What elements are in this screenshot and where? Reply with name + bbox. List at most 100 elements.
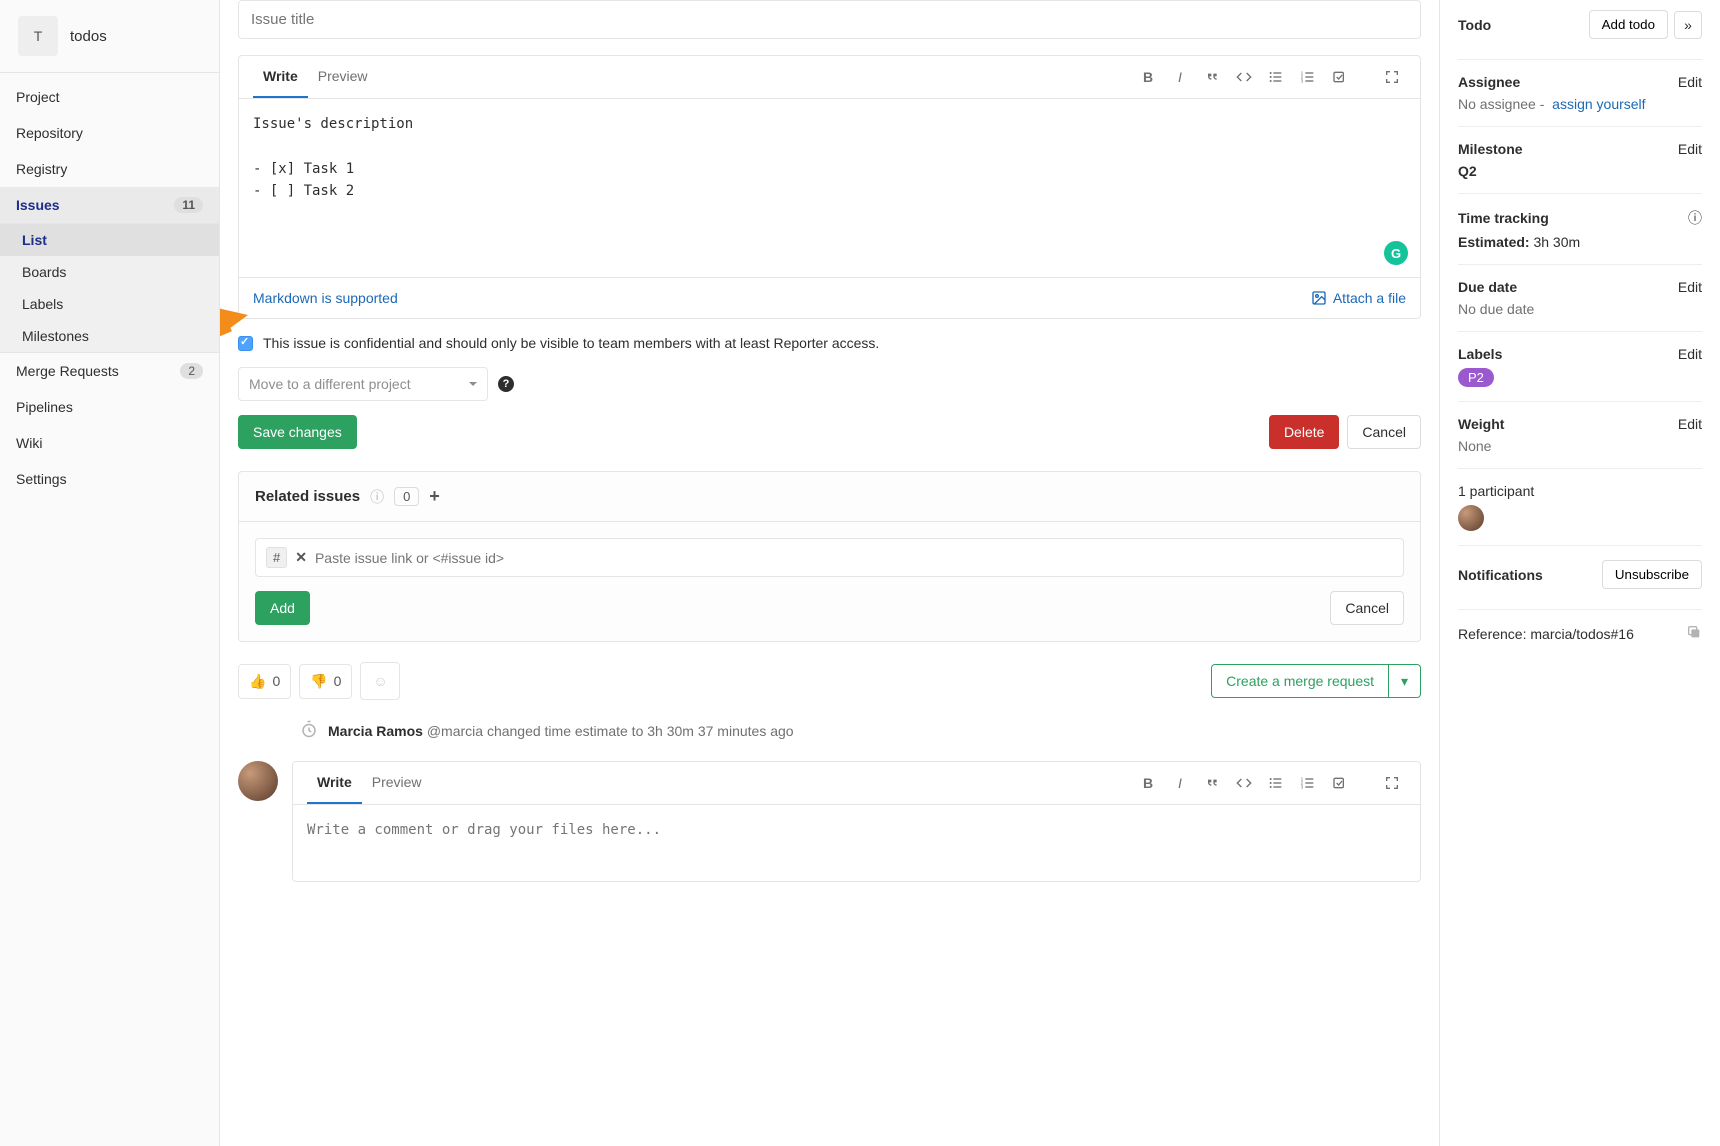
stopwatch-icon: [300, 720, 318, 741]
comment-textarea[interactable]: [307, 819, 1406, 864]
code-icon[interactable]: [1230, 769, 1258, 797]
labels-title: Labels: [1458, 346, 1502, 362]
add-reaction-button[interactable]: ☺: [360, 662, 400, 700]
edit-weight[interactable]: Edit: [1678, 416, 1702, 432]
code-icon[interactable]: [1230, 63, 1258, 91]
quote-icon[interactable]: [1198, 63, 1226, 91]
assignee-value: No assignee -: [1458, 96, 1544, 112]
sidebar-nav: Project Repository Registry Issues 11 Li…: [0, 73, 219, 503]
editor-toolbar: B I 123: [1134, 63, 1406, 91]
edit-due-date[interactable]: Edit: [1678, 279, 1702, 295]
participant-avatar[interactable]: [1458, 505, 1484, 531]
tab-write[interactable]: Write: [253, 56, 308, 98]
unsubscribe-button[interactable]: Unsubscribe: [1602, 560, 1702, 589]
project-header[interactable]: T todos: [0, 0, 219, 73]
cancel-related-button[interactable]: Cancel: [1330, 591, 1404, 625]
fullscreen-icon[interactable]: [1378, 63, 1406, 91]
add-related-button[interactable]: Add: [255, 591, 310, 625]
assign-yourself-link[interactable]: assign yourself: [1552, 96, 1645, 112]
due-date-value: No due date: [1458, 301, 1702, 317]
ol-icon[interactable]: 123: [1294, 769, 1322, 797]
sidebar-item-wiki[interactable]: Wiki: [0, 425, 219, 461]
activity-entry: Marcia Ramos @marcia changed time estima…: [300, 720, 1421, 741]
edit-assignee[interactable]: Edit: [1678, 74, 1702, 90]
ol-icon[interactable]: 123: [1294, 63, 1322, 91]
milestone-value: Q2: [1458, 163, 1477, 179]
sidebar-sub-list[interactable]: List: [0, 224, 219, 256]
reference-label: Reference:: [1458, 626, 1526, 642]
sidebar-item-repository[interactable]: Repository: [0, 115, 219, 151]
sidebar-item-settings[interactable]: Settings: [0, 461, 219, 497]
related-issues-panel: Related issues ⓘ 0 + # ✕ Add Cancel: [238, 471, 1421, 642]
reference-value: marcia/todos#16: [1530, 626, 1634, 642]
tab-preview[interactable]: Preview: [308, 56, 378, 98]
assignee-title: Assignee: [1458, 74, 1520, 90]
activity-author[interactable]: Marcia Ramos: [328, 723, 423, 739]
sidebar-sub-labels[interactable]: Labels: [0, 288, 219, 320]
grammarly-icon[interactable]: G: [1384, 241, 1408, 265]
weight-title: Weight: [1458, 416, 1504, 432]
tasklist-icon[interactable]: [1326, 63, 1354, 91]
thumbs-down-button[interactable]: 👎 0: [299, 664, 352, 699]
markdown-help-link[interactable]: Markdown is supported: [253, 290, 398, 306]
edit-milestone[interactable]: Edit: [1678, 141, 1702, 157]
confidential-checkbox[interactable]: [238, 336, 253, 351]
sidebar-sub-milestones[interactable]: Milestones: [0, 320, 219, 352]
bold-icon[interactable]: B: [1134, 769, 1162, 797]
project-name: todos: [70, 28, 107, 45]
sidebar-item-merge-requests[interactable]: Merge Requests 2: [0, 353, 219, 389]
user-avatar[interactable]: [238, 761, 278, 801]
milestone-title: Milestone: [1458, 141, 1523, 157]
add-related-icon[interactable]: +: [429, 486, 440, 507]
quote-icon[interactable]: [1198, 769, 1226, 797]
add-todo-button[interactable]: Add todo: [1589, 10, 1668, 39]
sidebar-item-registry[interactable]: Registry: [0, 151, 219, 187]
thumbs-down-count: 0: [334, 673, 342, 689]
help-icon[interactable]: ?: [498, 376, 514, 392]
ul-icon[interactable]: [1262, 63, 1290, 91]
ul-icon[interactable]: [1262, 769, 1290, 797]
merge-request-dropdown[interactable]: ▾: [1389, 664, 1421, 698]
weight-value: None: [1458, 438, 1702, 454]
cancel-button[interactable]: Cancel: [1347, 415, 1421, 449]
remove-tag-icon[interactable]: ✕: [295, 549, 307, 566]
collapse-sidebar-icon[interactable]: »: [1674, 11, 1702, 39]
comment-editor: Write Preview B I 123: [292, 761, 1421, 882]
edit-labels[interactable]: Edit: [1678, 346, 1702, 362]
sidebar-sub-boards[interactable]: Boards: [0, 256, 219, 288]
label-pill-p2[interactable]: P2: [1458, 368, 1494, 387]
sidebar-item-project[interactable]: Project: [0, 79, 219, 115]
help-icon[interactable]: ⓘ: [370, 487, 384, 507]
save-changes-button[interactable]: Save changes: [238, 415, 357, 449]
italic-icon[interactable]: I: [1166, 63, 1194, 91]
copy-reference-icon[interactable]: [1686, 624, 1702, 643]
comment-tab-preview[interactable]: Preview: [362, 762, 432, 804]
image-icon: [1311, 290, 1327, 306]
issue-title-input[interactable]: [238, 0, 1421, 39]
help-icon[interactable]: ⓘ: [1688, 208, 1702, 228]
related-issue-input[interactable]: [315, 550, 1393, 566]
hash-tag: #: [266, 547, 287, 568]
svg-text:3: 3: [1301, 784, 1304, 789]
move-project-select[interactable]: Move to a different project: [238, 367, 488, 401]
create-merge-request-button[interactable]: Create a merge request: [1211, 664, 1389, 698]
italic-icon[interactable]: I: [1166, 769, 1194, 797]
related-heading: Related issues: [255, 488, 360, 505]
bold-icon[interactable]: B: [1134, 63, 1162, 91]
comment-tab-write[interactable]: Write: [307, 762, 362, 804]
fullscreen-icon[interactable]: [1378, 769, 1406, 797]
description-textarea[interactable]: Issue's description - [x] Task 1 - [ ] T…: [253, 113, 1406, 263]
sidebar-item-pipelines[interactable]: Pipelines: [0, 389, 219, 425]
estimated-value: 3h 30m: [1533, 234, 1580, 250]
sidebar-item-issues[interactable]: Issues 11: [0, 187, 219, 223]
tasklist-icon[interactable]: [1326, 769, 1354, 797]
thumbs-up-count: 0: [272, 673, 280, 689]
due-date-title: Due date: [1458, 279, 1517, 295]
attach-file-link[interactable]: Attach a file: [1311, 290, 1406, 306]
thumbs-up-button[interactable]: 👍 0: [238, 664, 291, 699]
project-sidebar: T todos Project Repository Registry Issu…: [0, 0, 220, 1146]
nav-label: Project: [16, 89, 60, 105]
delete-button[interactable]: Delete: [1269, 415, 1339, 449]
description-editor: Write Preview B I 123 Issue's descriptio…: [238, 55, 1421, 319]
nav-label: Labels: [22, 296, 63, 312]
